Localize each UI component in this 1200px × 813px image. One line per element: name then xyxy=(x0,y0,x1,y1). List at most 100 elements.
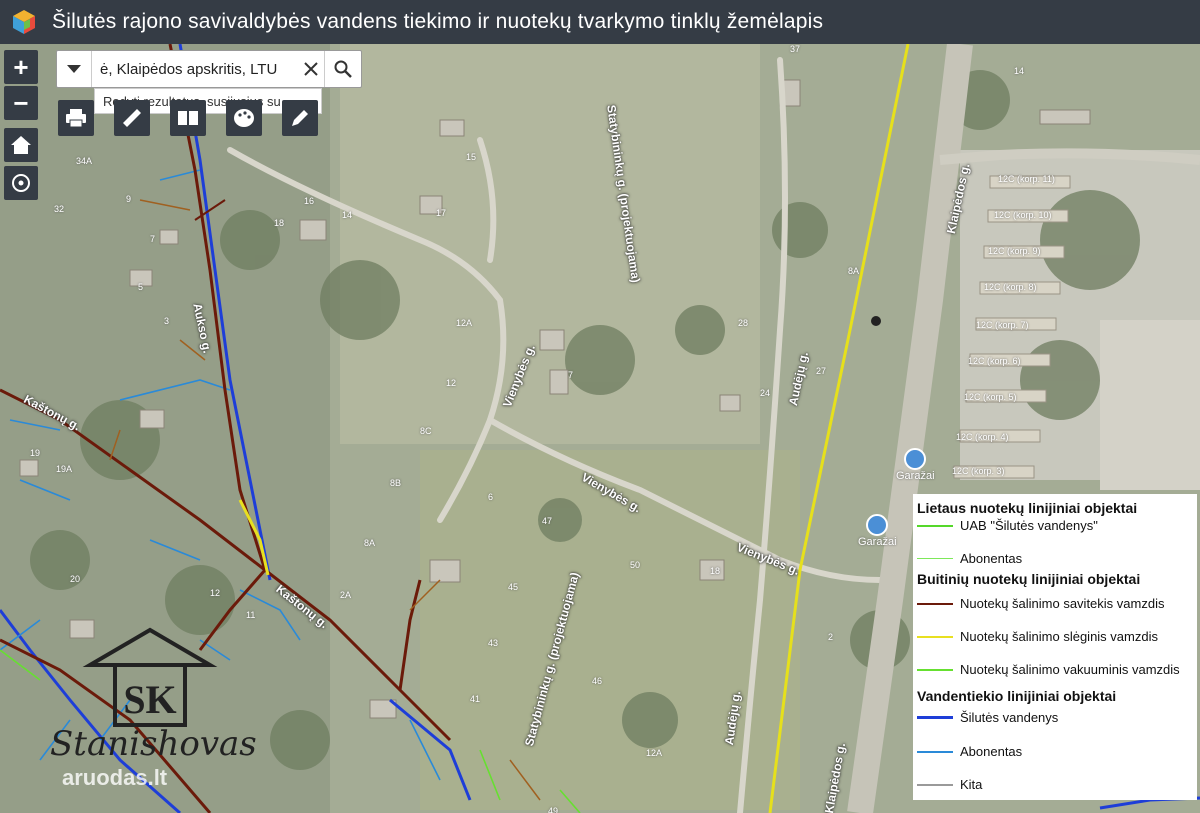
house-number: 14 xyxy=(342,210,353,220)
house-number: 19A xyxy=(56,464,73,474)
house-number: 2 xyxy=(828,632,834,642)
house-number: 16 xyxy=(304,196,315,206)
house-number: 37 xyxy=(790,44,801,54)
house-number: 12A xyxy=(646,748,663,758)
pencil-icon xyxy=(292,110,308,126)
house-number: 41 xyxy=(470,694,481,704)
app-logo-icon xyxy=(13,10,35,34)
palette-icon xyxy=(234,109,254,127)
legend-item-label: Nuotekų šalinimo slėginis vamzdis xyxy=(960,629,1158,644)
legend-item: Abonentas xyxy=(913,744,1022,759)
building-label: 12C (korp. 10) xyxy=(994,210,1052,220)
clear-search-button[interactable] xyxy=(298,61,324,77)
legend-swatch xyxy=(917,750,953,753)
layers-button[interactable] xyxy=(170,100,206,136)
close-icon xyxy=(304,62,318,76)
legend-swatch xyxy=(917,635,953,638)
house-number: 5 xyxy=(138,282,144,292)
legend-panel: Lietaus nuotekų linijiniai objektai UAB … xyxy=(913,494,1197,800)
house-number: 7 xyxy=(150,234,156,244)
watermark-logo: SK Stanishovas xyxy=(50,627,257,764)
search-button[interactable] xyxy=(324,51,361,87)
layer-list-icon xyxy=(178,111,198,125)
house-number: 14 xyxy=(1014,66,1025,76)
print-icon xyxy=(66,109,86,128)
legend-swatch xyxy=(917,668,953,671)
house-number: 18 xyxy=(710,566,721,576)
bus-stop-icon[interactable] xyxy=(866,514,888,536)
building-label: 12C (korp. 6) xyxy=(968,356,1021,366)
draw-button[interactable] xyxy=(282,100,318,136)
building-label: 12C (korp. 8) xyxy=(984,282,1037,292)
building-label: 12C (korp. 4) xyxy=(956,432,1009,442)
building-label: 12C (korp. 9) xyxy=(988,246,1041,256)
locate-icon xyxy=(12,174,30,192)
locate-button[interactable] xyxy=(4,166,38,200)
watermark-brand: Stanishovas xyxy=(50,724,257,764)
legend-swatch xyxy=(917,602,953,605)
measure-button[interactable] xyxy=(114,100,150,136)
house-number: 8C xyxy=(420,426,432,436)
legend-item-label: Nuotekų šalinimo savitekis vamzdis xyxy=(960,596,1165,611)
legend-item: Nuotekų šalinimo savitekis vamzdis xyxy=(913,596,1164,611)
legend-item-label: Abonentas xyxy=(960,744,1023,759)
legend-item-label: Kita xyxy=(960,777,983,792)
house-number: 34A xyxy=(76,156,93,166)
house-number: 11 xyxy=(246,610,256,620)
house-number: 19 xyxy=(30,448,41,458)
house-number: 15 xyxy=(466,152,477,162)
legend-group-water: Vandentiekio linijiniai objektai xyxy=(917,688,1117,704)
legend-item: Nuotekų šalinimo slėginis vamzdis xyxy=(913,629,1158,644)
caret-down-icon xyxy=(67,65,81,73)
bus-stop-icon[interactable] xyxy=(904,448,926,470)
house-number: 45 xyxy=(508,582,519,592)
legend-item: Abonentas xyxy=(913,551,1022,566)
home-icon xyxy=(11,136,31,154)
house-number: 8A xyxy=(364,538,376,548)
legend-item-label: Šilutės vandenys xyxy=(960,710,1059,725)
legend-group-rain: Lietaus nuotekų linijiniai objektai xyxy=(917,500,1138,516)
watermark-letters: SK xyxy=(123,677,176,722)
house-number: 7 xyxy=(568,370,574,380)
legend-item-label: Nuotekų šalinimo vakuuminis vamzdis xyxy=(960,662,1180,677)
legend-swatch xyxy=(917,558,953,559)
print-button[interactable] xyxy=(58,100,94,136)
zoom-in-button[interactable]: + xyxy=(4,50,38,84)
basemap-button[interactable] xyxy=(226,100,262,136)
poi-label: Garažai xyxy=(858,536,897,548)
search-input[interactable]: ė, Klaipėdos apskritis, LTU xyxy=(92,61,298,78)
legend-swatch xyxy=(917,716,953,719)
house-number: 17 xyxy=(436,208,447,218)
house-number: 28 xyxy=(738,318,749,328)
house-number: 8A xyxy=(848,266,860,276)
house-number: 6 xyxy=(488,492,494,502)
house-number: 20 xyxy=(70,574,81,584)
house-number: 18 xyxy=(274,218,285,228)
house-number: 47 xyxy=(542,516,553,526)
house-number: 3 xyxy=(164,316,170,326)
page-title: Šilutės rajono savivaldybės vandens tiek… xyxy=(52,10,824,33)
search-box: ė, Klaipėdos apskritis, LTU xyxy=(56,50,362,88)
house-number: 12A xyxy=(456,318,473,328)
house-number: 8B xyxy=(390,478,402,488)
search-source-dropdown[interactable] xyxy=(57,51,92,87)
house-number: 24 xyxy=(760,388,771,398)
home-button[interactable] xyxy=(4,128,38,162)
house-number: 12 xyxy=(446,378,457,388)
house-number: 46 xyxy=(592,676,603,686)
search-icon xyxy=(334,60,352,78)
legend-item: Kita xyxy=(913,777,982,792)
legend-swatch xyxy=(917,783,953,786)
legend-item: Nuotekų šalinimo vakuuminis vamzdis xyxy=(913,662,1180,677)
watermark-site: aruodas.lt xyxy=(62,765,168,790)
ruler-icon xyxy=(123,109,141,127)
house-number: 2A xyxy=(340,590,352,600)
house-number: 49 xyxy=(548,806,559,813)
legend-item-label: UAB "Šilutės vandenys" xyxy=(960,518,1098,533)
legend-swatch xyxy=(917,524,953,527)
zoom-out-button[interactable]: − xyxy=(4,86,38,120)
house-number: 27 xyxy=(816,366,827,376)
legend-item: Šilutės vandenys xyxy=(913,710,1058,725)
house-number: 12 xyxy=(210,588,221,598)
legend-item: UAB "Šilutės vandenys" xyxy=(913,518,1098,533)
